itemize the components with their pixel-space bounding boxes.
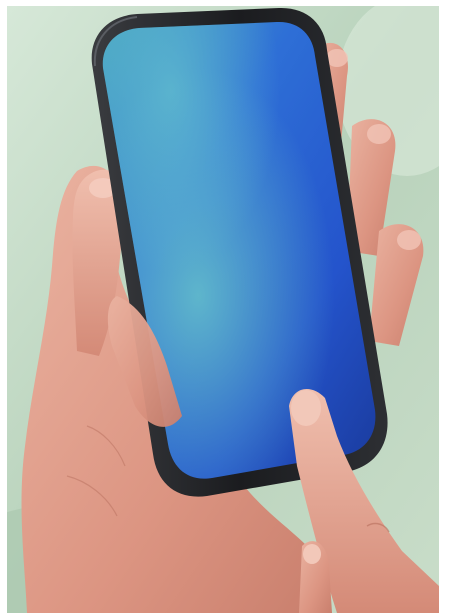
photo-frame <box>0 0 449 616</box>
photograph <box>7 6 439 613</box>
fingernail <box>291 390 321 426</box>
hand-phone-illustration <box>7 6 439 613</box>
